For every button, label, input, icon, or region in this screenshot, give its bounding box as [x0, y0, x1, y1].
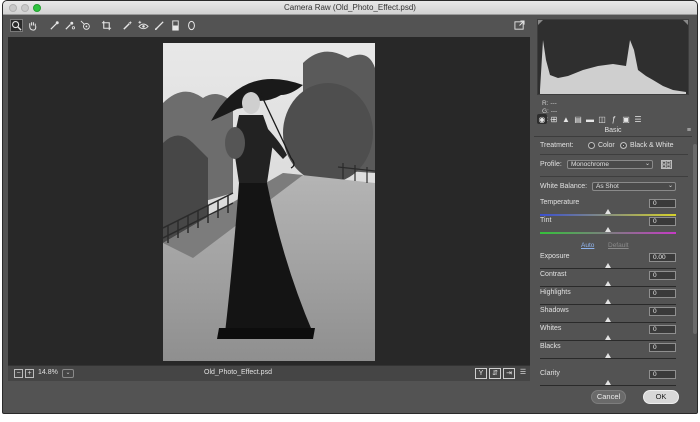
shadows-label: Shadows	[540, 307, 569, 314]
tint-label: Tint	[540, 217, 552, 224]
clarity-slider-thumb[interactable]	[605, 380, 611, 385]
crop-icon[interactable]	[100, 19, 113, 32]
minimize-window-button[interactable]	[21, 4, 29, 12]
tab-presets-icon[interactable]: ☰	[633, 114, 643, 124]
file-name: Old_Photo_Effect.psd	[204, 369, 272, 376]
targeted-adjustment-icon[interactable]	[79, 19, 92, 32]
tab-hsl-icon[interactable]: ▤	[573, 114, 583, 124]
contrast-label: Contrast	[540, 271, 567, 278]
chevron-down-icon: ⌄	[644, 161, 650, 167]
treatment-label: Treatment:	[540, 142, 574, 149]
divider	[540, 154, 688, 155]
contrast-slider-thumb[interactable]	[605, 281, 611, 286]
adjustment-panel: R: --- G: --- B: --- ◉ ⊞ ▲ ▤ ▬ ◫ ƒ ▣ ☰ B…	[534, 16, 697, 386]
tab-split-toning-icon[interactable]: ▬	[585, 114, 595, 124]
highlights-slider-thumb[interactable]	[605, 299, 611, 304]
highlights-label: Highlights	[540, 289, 571, 296]
panel-menu-icon[interactable]: ≡	[687, 127, 691, 134]
exposure-slider-thumb[interactable]	[605, 263, 611, 268]
blacks-value-field[interactable]: 0	[649, 343, 676, 352]
tab-calibration-icon[interactable]: ▣	[621, 114, 631, 124]
tab-detail-icon[interactable]: ▲	[561, 114, 571, 124]
red-eye-icon[interactable]	[137, 19, 150, 32]
cancel-button[interactable]: Cancel	[591, 390, 626, 404]
exposure-value-field[interactable]: 0.00	[649, 253, 676, 262]
profile-browser-icon[interactable]	[661, 160, 672, 169]
radial-filter-icon[interactable]	[185, 19, 198, 32]
shadows-slider-thumb[interactable]	[605, 317, 611, 322]
temperature-slider-thumb[interactable]	[605, 209, 611, 214]
exposure-label: Exposure	[540, 253, 570, 260]
adjustment-brush-icon[interactable]	[153, 19, 166, 32]
treatment-color-label[interactable]: Color	[598, 142, 615, 149]
white-balance-select[interactable]: As Shot ⌄	[592, 182, 676, 191]
tab-basic-icon[interactable]: ◉	[537, 114, 547, 124]
ok-button[interactable]: OK	[643, 390, 679, 404]
maximize-window-button[interactable]	[33, 4, 41, 12]
clarity-label: Clarity	[540, 370, 560, 377]
treatment-bw-radio[interactable]	[620, 142, 627, 149]
fullscreen-toggle-icon[interactable]	[513, 19, 526, 32]
profile-label: Profile:	[540, 161, 562, 168]
camera-raw-window: Camera Raw (Old_Photo_Effect.psd) − + 14…	[2, 0, 698, 414]
panel-tabs: ◉ ⊞ ▲ ▤ ▬ ◫ ƒ ▣ ☰	[534, 113, 694, 126]
title-bar: Camera Raw (Old_Photo_Effect.psd)	[3, 1, 697, 15]
tint-value-field[interactable]: 0	[649, 217, 676, 226]
blacks-slider-thumb[interactable]	[605, 353, 611, 358]
contrast-value-field[interactable]: 0	[649, 271, 676, 280]
tint-slider-thumb[interactable]	[605, 227, 611, 232]
close-window-button[interactable]	[9, 4, 17, 12]
shadows-value-field[interactable]: 0	[649, 307, 676, 316]
swap-settings-icon[interactable]: ⇵	[489, 368, 501, 379]
treatment-bw-label[interactable]: Black & White	[630, 142, 674, 149]
white-balance-label: White Balance:	[540, 183, 588, 190]
chevron-down-icon: ⌄	[667, 183, 673, 189]
profile-select[interactable]: Monochrome ⌄	[567, 160, 653, 169]
color-sampler-icon[interactable]	[63, 19, 76, 32]
panel-scrollbar[interactable]	[692, 136, 697, 380]
histogram	[537, 19, 689, 95]
before-after-icon[interactable]: Y	[475, 368, 487, 379]
auto-link[interactable]: Auto	[581, 242, 594, 249]
white-balance-icon[interactable]	[48, 19, 61, 32]
highlights-slider-track[interactable]	[540, 304, 676, 305]
default-link[interactable]: Default	[608, 242, 629, 249]
tab-fx-icon[interactable]: ƒ	[609, 114, 619, 124]
tab-tone-curve-icon[interactable]: ⊞	[549, 114, 559, 124]
blacks-label: Blacks	[540, 343, 561, 350]
whites-value-field[interactable]: 0	[649, 325, 676, 334]
tab-lens-icon[interactable]: ◫	[597, 114, 607, 124]
hand-icon[interactable]	[26, 19, 39, 32]
clarity-value-field[interactable]: 0	[649, 370, 676, 379]
temperature-label: Temperature	[540, 199, 580, 206]
shadows-slider-track[interactable]	[540, 322, 676, 323]
copy-settings-icon[interactable]: ⇥	[503, 368, 515, 379]
tint-slider-track[interactable]	[540, 232, 676, 234]
histogram-r-readout: R: ---	[542, 100, 557, 107]
toolbar	[3, 16, 533, 36]
whites-label: Whites	[540, 325, 562, 332]
clarity-slider-track[interactable]	[540, 385, 676, 386]
temperature-slider-track[interactable]	[540, 214, 676, 216]
contrast-slider-track[interactable]	[540, 286, 676, 287]
exposure-slider-track[interactable]	[540, 268, 676, 269]
divider	[540, 176, 688, 177]
treatment-color-radio[interactable]	[588, 142, 595, 149]
whites-slider-thumb[interactable]	[605, 335, 611, 340]
spot-removal-icon[interactable]	[121, 19, 134, 32]
zoom-icon[interactable]	[10, 19, 23, 32]
highlights-value-field[interactable]: 0	[649, 289, 676, 298]
image-canvas[interactable]	[8, 37, 530, 365]
panel-title: Basic	[534, 127, 692, 137]
whites-slider-track[interactable]	[540, 340, 676, 341]
temperature-value-field[interactable]: 0	[649, 199, 676, 208]
blacks-slider-track[interactable]	[540, 358, 676, 359]
window-title: Camera Raw (Old_Photo_Effect.psd)	[284, 3, 416, 12]
photo-preview[interactable]	[163, 43, 375, 361]
graduated-filter-icon[interactable]	[169, 19, 182, 32]
toggle-settings-icon[interactable]: ☰	[517, 368, 529, 379]
status-bar: − + 14.8% ⌄ Old_Photo_Effect.psd Y ⇵ ⇥ ☰	[8, 365, 530, 381]
scrollbar-thumb[interactable]	[693, 144, 697, 334]
